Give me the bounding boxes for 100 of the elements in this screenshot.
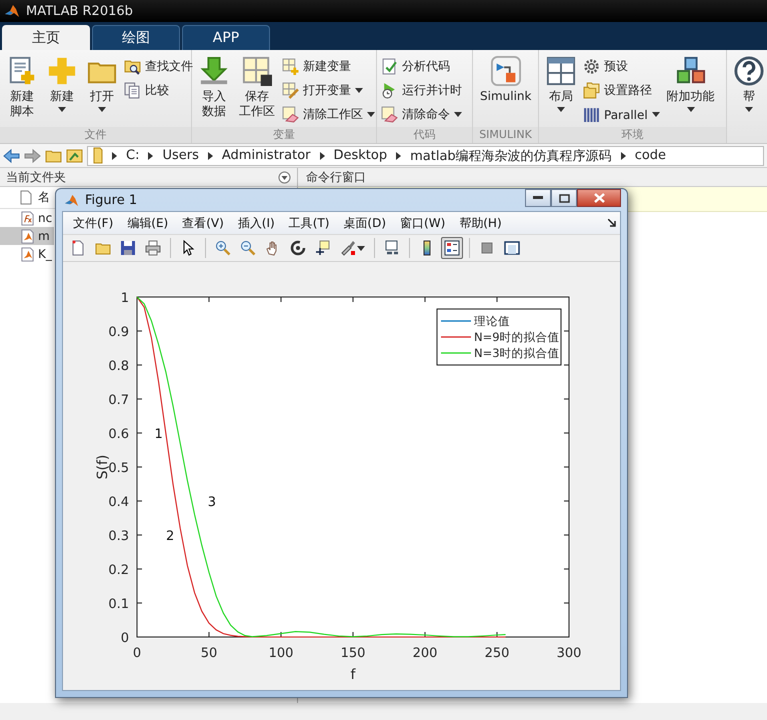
menu-item[interactable]: 桌面(D)	[337, 214, 392, 232]
path-crumb[interactable]: Desktop	[334, 148, 388, 163]
settings-icon	[583, 58, 600, 75]
ribbon-button[interactable]: 分析代码	[381, 56, 462, 77]
maximize-icon	[558, 194, 570, 202]
menu-item[interactable]: 工具(T)	[282, 214, 336, 232]
matlab-logo-icon	[4, 3, 20, 19]
maximize-button[interactable]	[551, 189, 577, 207]
ribbon-button[interactable]: 查找文件	[124, 56, 193, 77]
minimize-button[interactable]	[525, 189, 551, 207]
tick-label: 200	[412, 646, 438, 661]
ribbon-button[interactable]: 清除命令	[381, 104, 462, 125]
ribbon-button[interactable]: 帮	[731, 54, 767, 143]
panel-title: 当前文件夹	[6, 168, 66, 186]
back-arrow-icon[interactable]	[3, 148, 20, 164]
separator-icon	[620, 152, 626, 160]
tick-label: 0.5	[108, 461, 129, 476]
separator-icon	[148, 152, 154, 160]
ribbon-button[interactable]: 清除工作区	[282, 104, 375, 125]
caret-icon	[357, 246, 365, 250]
bars-icon	[583, 106, 600, 123]
annotation-label: 3	[208, 495, 216, 510]
tick-label: 0.6	[108, 427, 129, 442]
tick-label: 100	[268, 646, 294, 661]
zoom-out-icon	[240, 240, 256, 256]
block-diagram-icon	[490, 56, 521, 86]
new-file-icon	[70, 240, 86, 256]
ribbon-tab[interactable]: APP	[182, 25, 270, 50]
menu-item[interactable]: 编辑(E)	[121, 214, 174, 232]
tick-label: 150	[340, 646, 366, 661]
menu-item[interactable]: 窗口(W)	[394, 214, 452, 232]
menu-item[interactable]: 帮助(H)	[453, 214, 508, 232]
path-crumb[interactable]: code	[634, 148, 666, 163]
group-label: 文件	[0, 127, 191, 143]
legend-label: N=9时的拟合值	[474, 330, 560, 344]
file-row[interactable]: m	[0, 227, 54, 245]
tick-label: 0.7	[108, 393, 129, 408]
ribbon-button[interactable]: 附加功能	[664, 54, 718, 127]
square-icon	[479, 240, 495, 256]
tick-label: 0.1	[108, 597, 129, 612]
dock-arrow-icon[interactable]	[608, 219, 616, 227]
dropdown-circle-icon[interactable]	[278, 170, 291, 184]
ribbon-button[interactable]: 运行并计时	[381, 80, 462, 101]
folder-icon	[93, 147, 103, 164]
ribbon-button[interactable]: 预设	[583, 56, 660, 77]
tick-label: 1	[120, 291, 129, 306]
rotate-icon	[290, 240, 306, 256]
ribbon-tab[interactable]: 主页	[2, 25, 90, 50]
grid-plus-icon	[282, 58, 299, 75]
menu-item[interactable]: 文件(F)	[67, 214, 120, 232]
menu-item[interactable]: 查看(V)	[176, 214, 230, 232]
ribbon-button[interactable]: 打开变量	[282, 80, 375, 101]
documents-icon	[124, 82, 141, 99]
tick-label: 50	[200, 646, 218, 661]
file-icon	[20, 190, 32, 205]
ribbon-button[interactable]: 比较	[124, 80, 193, 101]
ribbon-button[interactable]: 保存 工作区	[236, 54, 278, 127]
close-button[interactable]	[577, 189, 621, 207]
ribbon-button[interactable]: 布局	[543, 54, 579, 127]
separator-icon	[208, 152, 213, 160]
file-row[interactable]: nc	[0, 209, 54, 227]
separator-icon	[112, 152, 117, 160]
ribbon-button[interactable]: 新建 脚本	[4, 54, 40, 127]
path-crumb[interactable]: Users	[162, 148, 199, 163]
ribbon-button[interactable]: 新建	[44, 54, 80, 127]
checklist-icon	[381, 58, 398, 75]
legend-button[interactable]	[441, 237, 463, 259]
path-field[interactable]: C: Users Administrator Desktop matlab编程海杂波的仿真程序源码 code	[87, 146, 764, 166]
column-header[interactable]: 名	[38, 189, 50, 206]
path-crumb[interactable]: matlab编程海杂波的仿真程序源码	[410, 146, 612, 164]
tick-label: 0.2	[108, 563, 129, 578]
menu-item[interactable]: 插入(I)	[232, 214, 281, 232]
zoom-in-icon	[215, 240, 231, 256]
help-icon	[734, 56, 764, 86]
ribbon-tab[interactable]: 绘图	[92, 25, 180, 50]
ribbon-button[interactable]: 导入 数据	[196, 54, 232, 127]
annotation-label: 2	[166, 529, 174, 544]
ribbon-button[interactable]: 新建变量	[282, 56, 375, 77]
ribbon-button[interactable]: Simulink	[477, 54, 534, 127]
save-icon	[120, 240, 136, 256]
axis-label: f	[350, 667, 356, 683]
folders-icon	[583, 82, 600, 99]
folder-search-icon	[124, 58, 141, 75]
data-cursor-icon	[315, 240, 331, 256]
tick-label: 0.9	[108, 325, 129, 340]
grid-pencil-icon	[282, 82, 299, 99]
window-icon	[504, 240, 520, 256]
close-icon	[594, 193, 604, 203]
matlab-logo-icon	[64, 192, 79, 208]
ribbon-button[interactable]: Parallel	[583, 104, 660, 125]
ribbon-button[interactable]: 设置路径	[583, 80, 660, 101]
path-crumb[interactable]: C:	[126, 148, 140, 163]
separator-icon	[396, 152, 402, 160]
ribbon-button[interactable]: 打开	[84, 54, 120, 127]
link-icon	[384, 240, 400, 256]
file-row[interactable]: K_	[0, 245, 54, 263]
forward-arrow-icon[interactable]	[24, 148, 41, 164]
printer-icon	[145, 240, 161, 256]
path-crumb[interactable]: Administrator	[222, 148, 310, 163]
browse-folder-icon[interactable]	[66, 148, 83, 164]
